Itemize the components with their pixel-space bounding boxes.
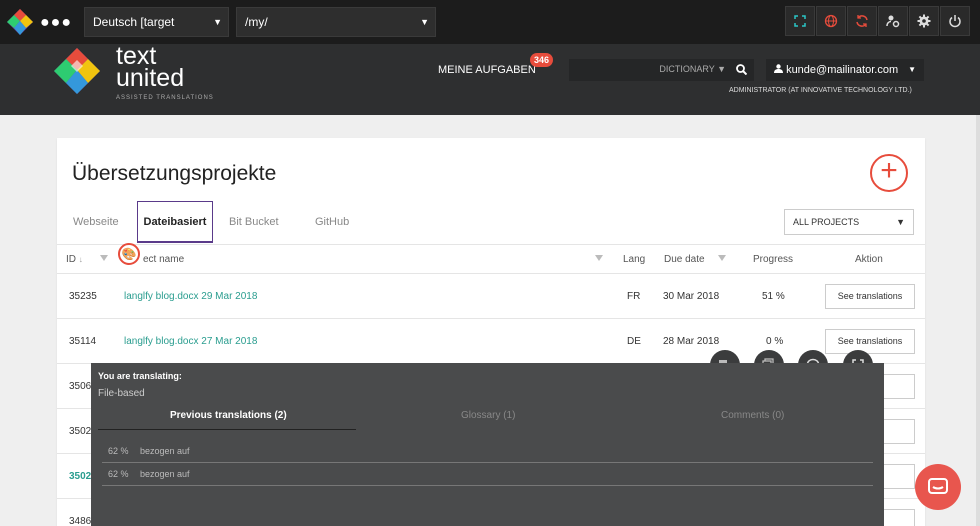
power-icon (949, 15, 961, 28)
brand-name: text united (116, 44, 185, 92)
add-project-button[interactable]: + (870, 154, 908, 192)
col-lang[interactable]: Lang (623, 254, 645, 265)
row-lang: DE (627, 336, 641, 347)
dictionary-dropdown[interactable]: DICTIONARY ▼ (659, 64, 726, 74)
fullscreen-icon (794, 15, 806, 27)
sync-icon (856, 15, 868, 27)
chat-launcher-button[interactable] (915, 464, 961, 510)
user-settings-icon (886, 15, 900, 28)
match-text: bezogen auf (140, 469, 190, 479)
tasks-count-badge: 346 (530, 53, 554, 67)
filter-icon[interactable] (718, 255, 726, 261)
top-toolbar: ●●● Deutsch [target language] ▼ /my/ ▼ (0, 0, 980, 57)
col-id-label: ID (66, 254, 76, 265)
sort-down-icon: ↓ (78, 255, 83, 264)
see-translations-button[interactable]: See translations (825, 329, 915, 354)
row-id: 3486 (69, 516, 92, 526)
row-id: 35235 (69, 291, 97, 302)
filter-icon[interactable] (595, 255, 603, 261)
user-menu[interactable]: kunde@mailinator.com ▼ (766, 59, 924, 81)
tab-previous-translations[interactable]: Previous translations (2) (170, 410, 287, 421)
col-due-date[interactable]: Due date (664, 254, 705, 265)
brand-logo-icon[interactable] (52, 46, 102, 96)
palette-icon[interactable]: 🎨 (118, 243, 140, 265)
row-due-date: 28 Mar 2018 (663, 336, 720, 347)
panel-label: You are translating: (98, 371, 182, 381)
user-email: kunde@mailinator.com (786, 64, 899, 76)
row-id: 3506 (69, 381, 92, 392)
path-select-value: /my/ (245, 15, 268, 29)
user-icon (774, 64, 783, 73)
row-id: 3502 (69, 426, 92, 437)
my-tasks-link[interactable]: MEINE AUFGABEN (438, 64, 536, 76)
project-filter-select[interactable]: ALL PROJECTS ▼ (784, 209, 914, 235)
row-due-date: 30 Mar 2018 (663, 291, 720, 302)
language-button[interactable] (816, 6, 846, 36)
brand-subtitle: ASSISTED TRANSLATIONS (116, 95, 214, 101)
col-action: Aktion (855, 254, 883, 265)
filter-icon[interactable] (100, 255, 108, 261)
tab-website[interactable]: Webseite (73, 216, 119, 228)
page-title: Übersetzungsprojekte (72, 162, 277, 185)
path-select[interactable]: /my/ ▼ (236, 7, 436, 37)
row-id: 3502 (69, 471, 92, 482)
match-percent: 62 % (108, 469, 129, 479)
fullscreen-button[interactable] (785, 6, 815, 36)
more-dots-icon[interactable]: ●●● (40, 14, 72, 32)
match-text: bezogen auf (140, 446, 190, 456)
text-united-logo-icon[interactable] (6, 8, 34, 36)
chevron-down-icon: ▼ (908, 65, 916, 74)
chevron-down-icon: ▼ (213, 17, 222, 27)
panel-subtitle: File-based (98, 388, 145, 399)
col-id[interactable]: ID ↓ (66, 254, 83, 265)
table-row: 35235 langlfy blog.docx 29 Mar 2018 FR 3… (57, 274, 925, 319)
tab-file-based[interactable]: Dateibasiert (137, 201, 213, 243)
settings-button[interactable] (909, 6, 939, 36)
row-project-link[interactable]: langlfy blog.docx 29 Mar 2018 (124, 291, 257, 302)
power-button[interactable] (940, 6, 970, 36)
brand-line2: united (116, 64, 185, 92)
tab-comments[interactable]: Comments (0) (721, 410, 784, 421)
language-select[interactable]: Deutsch [target language] ▼ (84, 7, 229, 57)
previous-translation-item[interactable]: 62 % bezogen auf (102, 440, 873, 463)
match-percent: 62 % (108, 446, 129, 456)
row-project-link[interactable]: langlfy blog.docx 27 Mar 2018 (124, 336, 257, 347)
table-row: 35114 langlfy blog.docx 27 Mar 2018 DE 2… (57, 319, 925, 364)
project-filter-value: ALL PROJECTS (793, 217, 860, 227)
chevron-down-icon: ▼ (420, 17, 429, 27)
tab-glossary[interactable]: Glossary (1) (461, 410, 515, 421)
col-progress[interactable]: Progress (753, 254, 793, 265)
row-progress: 51 % (762, 291, 785, 302)
see-translations-button[interactable]: See translations (825, 284, 915, 309)
search-icon[interactable] (736, 64, 747, 75)
tab-github[interactable]: GitHub (315, 216, 349, 228)
page-scrollbar[interactable] (976, 115, 980, 526)
sync-button[interactable] (847, 6, 877, 36)
col-project-name[interactable]: ect name (143, 254, 184, 265)
gear-icon (917, 14, 931, 28)
previous-translation-item[interactable]: 62 % bezogen auf (102, 463, 873, 486)
user-role: ADMINISTRATOR (AT INNOVATIVE TECHNOLOGY … (729, 87, 912, 94)
chat-icon (928, 478, 948, 494)
globe-icon (824, 14, 838, 28)
chevron-down-icon: ▼ (896, 217, 905, 227)
translation-panel: You are translating: File-based Previous… (91, 363, 884, 526)
active-tab-indicator (98, 429, 356, 430)
dictionary-label: DICTIONARY (659, 64, 715, 74)
row-id: 35114 (69, 336, 97, 347)
user-settings-button[interactable] (878, 6, 908, 36)
app-header: text united ASSISTED TRANSLATIONS MEINE … (0, 44, 980, 115)
table-header: ID ↓ 🎨 ect name Lang Due date Progress A… (57, 243, 925, 274)
row-progress: 0 % (766, 336, 784, 347)
tab-bitbucket[interactable]: Bit Bucket (229, 216, 279, 228)
row-lang: FR (627, 291, 641, 302)
dictionary-search[interactable]: DICTIONARY ▼ (569, 59, 754, 81)
